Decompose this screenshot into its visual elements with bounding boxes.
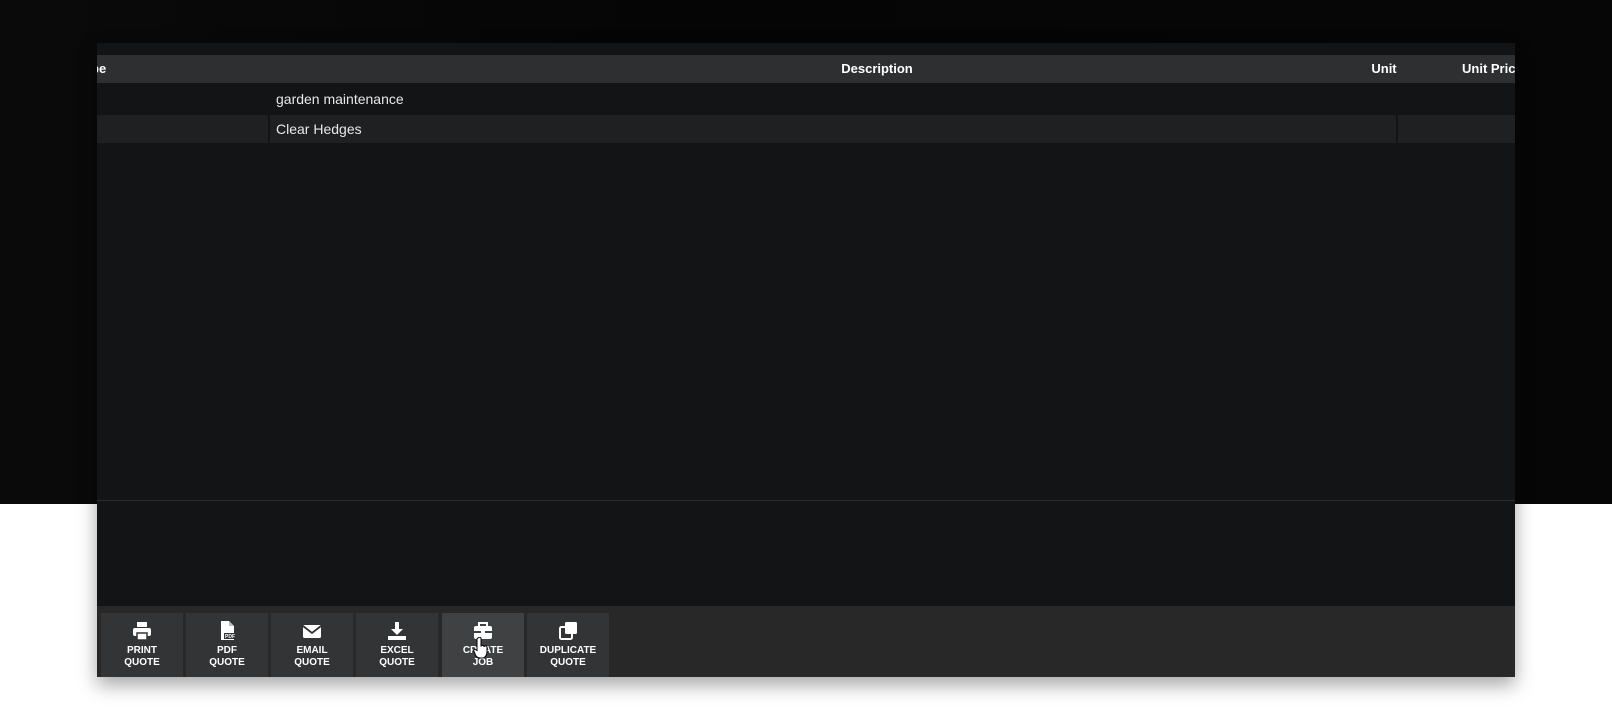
button-label-line2: QUOTE [124,657,160,668]
description-cell[interactable]: garden maintenance [270,85,1396,113]
excel-quote-button[interactable]: EXCEL QUOTE [356,613,438,677]
column-header-unit[interactable]: Unit [1344,55,1424,83]
pdf-quote-button[interactable]: PDF PDF QUOTE [186,613,268,677]
type-cell[interactable] [97,115,268,143]
column-header-type[interactable]: pe [97,55,106,83]
button-label-line1: EXCEL [380,645,414,656]
table-row[interactable]: garden maintenance £ [97,85,1515,113]
button-label-line1: PRINT [127,645,157,656]
button-label-line2: QUOTE [379,657,415,668]
download-icon [386,621,408,641]
column-header-unit-price[interactable]: Unit Pric [1462,55,1515,83]
button-label-line2: QUOTE [209,657,245,668]
duplicate-quote-button[interactable]: DUPLICATE QUOTE [527,613,609,677]
button-label-line2: QUOTE [550,657,586,668]
button-label-line1: CREATE [462,645,504,656]
copy-icon [557,621,579,641]
button-label-line1: EMAIL [296,645,328,656]
print-quote-button[interactable]: PRINT QUOTE [101,613,183,677]
table-row[interactable]: Clear Hedges £ [97,115,1515,143]
button-label-line2: QUOTE [294,657,330,668]
toolbox-icon [472,621,494,641]
table-header: pe Description Unit Unit Pric [97,55,1515,83]
unit-cell[interactable]: £ [1398,115,1515,143]
type-cell[interactable] [97,85,268,113]
section-divider [97,500,1515,501]
print-icon [131,621,153,641]
svg-text:PDF: PDF [225,634,235,640]
pdf-icon: PDF [216,621,238,641]
email-quote-button[interactable]: EMAIL QUOTE [271,613,353,677]
button-label-line2: JOB [472,657,494,668]
create-job-button[interactable]: CREATE JOB [442,613,524,677]
button-label-line1: PDF [217,645,237,656]
email-icon [301,621,323,641]
button-label-line1: DUPLICATE [539,645,597,656]
unit-cell[interactable]: £ [1398,85,1515,113]
description-cell[interactable]: Clear Hedges [270,115,1396,143]
quote-actions-toolbar: PRINT QUOTE PDF PDF QUOTE EMAIL QUOTE EX… [97,606,1515,677]
quote-items-panel: pe Description Unit Unit Pric garden mai… [97,43,1515,677]
column-header-description[interactable]: Description [777,55,977,83]
